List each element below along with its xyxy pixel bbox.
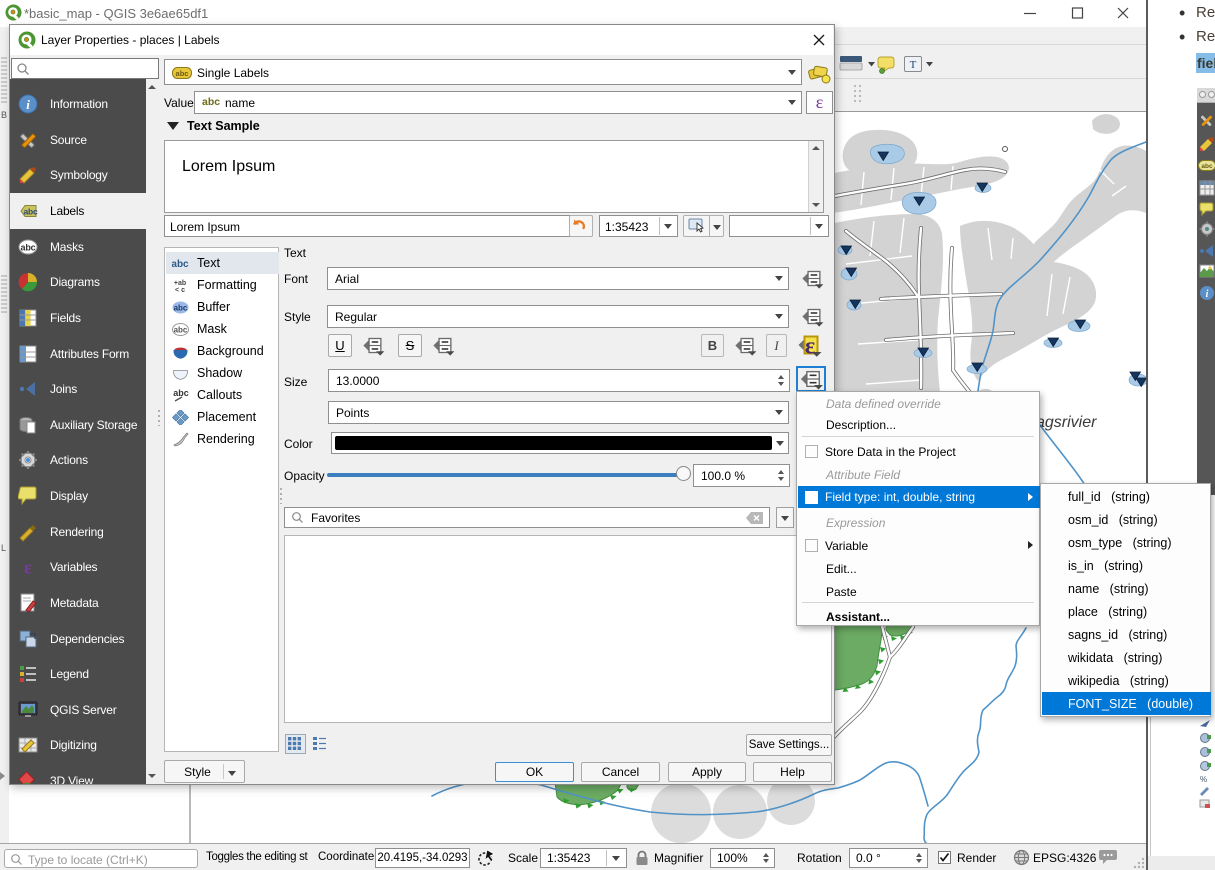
svg-text:abc: abc <box>1201 163 1213 170</box>
svg-text:abc: abc <box>174 325 188 334</box>
svg-text:+ab: +ab <box>174 280 186 287</box>
svg-text:abc: abc <box>174 303 188 312</box>
svg-text:i: i <box>26 97 30 112</box>
svg-text:abc: abc <box>21 243 36 253</box>
svg-text:abc: abc <box>173 388 189 398</box>
svg-text:T: T <box>910 59 917 71</box>
svg-text:i: i <box>1206 289 1209 300</box>
svg-text:agsrivier: agsrivier <box>1036 414 1097 431</box>
svg-text:ε: ε <box>805 334 815 359</box>
svg-text:%: % <box>1200 775 1207 784</box>
svg-text:abc: abc <box>172 259 189 270</box>
svg-text:< c: < c <box>175 287 185 293</box>
svg-text:abc: abc <box>23 207 38 217</box>
svg-text:ε: ε <box>24 558 32 578</box>
svg-text:abc: abc <box>176 69 189 78</box>
